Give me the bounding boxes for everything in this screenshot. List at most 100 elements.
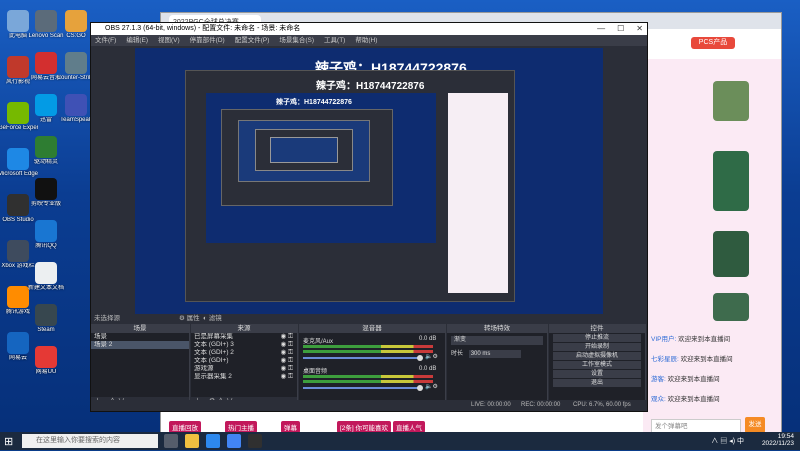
- sources-dock: 来源 已是屏幕采集 ◉ ⚿ 文本 (GDI+) 3 ◉ ⚿ 文本 (GDI+) 2 …: [191, 324, 298, 406]
- volume-slider[interactable]: [303, 355, 423, 361]
- desktop-icon[interactable]: 新建文本文档: [26, 262, 66, 292]
- filters-button[interactable]: ◐ 滤镜: [203, 312, 222, 322]
- chat-username[interactable]: 观众:: [651, 396, 668, 403]
- visibility-icon[interactable]: ◉ ⚿: [281, 333, 293, 341]
- mixer-track-db: 0.0 dB: [419, 336, 437, 342]
- volume-meter: [303, 345, 433, 348]
- desktop-icon[interactable]: Steam: [26, 304, 66, 334]
- control-button[interactable]: 工作室模式: [553, 361, 641, 369]
- app-icon: [65, 10, 87, 32]
- source-item[interactable]: 显示器采集 2 ◉ ⚿: [191, 373, 297, 381]
- visibility-icon[interactable]: ◉ ⚿: [281, 349, 293, 357]
- control-button[interactable]: 开始录制: [553, 343, 641, 351]
- rec-status: REC: 00:00:00: [521, 402, 561, 408]
- visibility-icon[interactable]: ◉ ⚿: [281, 373, 293, 381]
- source-item[interactable]: 游戏源 ◉ ⚿: [191, 365, 297, 373]
- duration-label: 时长: [451, 351, 464, 357]
- obs-menu-item[interactable]: 帮助(H): [355, 37, 377, 44]
- app-icon: [35, 52, 57, 74]
- chat-message: 观众: 欢迎来到本直播间: [651, 393, 720, 403]
- nested-preview-3: [238, 120, 370, 182]
- source-item[interactable]: 文本 (GDI+) 3 ◉ ⚿: [191, 341, 297, 349]
- visibility-icon[interactable]: ◉ ⚿: [281, 357, 293, 365]
- obs-menu-item[interactable]: 文件(F): [95, 37, 116, 44]
- mixer-track: 桌面音频 0.0 dB 🔈⚙: [303, 366, 443, 391]
- gear-icon: ⚙: [179, 315, 185, 322]
- volume-slider[interactable]: [303, 385, 423, 391]
- chat-username[interactable]: 游客:: [651, 376, 668, 383]
- minimize-icon[interactable]: —: [597, 24, 605, 33]
- control-button[interactable]: 设置: [553, 370, 641, 378]
- visibility-icon[interactable]: ◉ ⚿: [281, 365, 293, 373]
- activity-banner-image[interactable]: [713, 151, 749, 211]
- chat-input[interactable]: 发个弹幕吧: [651, 419, 741, 433]
- desktop-icon[interactable]: 网易UU: [26, 346, 66, 376]
- duration-input[interactable]: 300 ms: [468, 350, 521, 358]
- obs-menu-item[interactable]: 配置文件(P): [235, 37, 270, 44]
- obs-preview-canvas[interactable]: 辣子鸡：H18744722876 辣子鸡：H18744722876 辣子鸡：H1…: [135, 48, 603, 314]
- source-item[interactable]: 文本 (GDI+) 2 ◉ ⚿: [191, 349, 297, 357]
- send-button[interactable]: 发送: [745, 417, 765, 433]
- control-button[interactable]: 停止推流: [553, 334, 641, 342]
- volume-icon[interactable]: ◂): [729, 438, 735, 445]
- taskbar-app-icon[interactable]: [248, 434, 262, 448]
- network-icon[interactable]: ▤: [720, 438, 727, 445]
- windows-start-icon[interactable]: ⊞: [4, 435, 13, 448]
- reward-banner-image[interactable]: [713, 231, 749, 277]
- controls-header: 控件: [549, 324, 645, 333]
- mute-icon[interactable]: 🔈⚙: [425, 383, 438, 390]
- chat-username[interactable]: VIP用户:: [651, 336, 678, 343]
- app-icon: [65, 94, 87, 116]
- source-item[interactable]: 已是屏幕采集 ◉ ⚿: [191, 333, 297, 341]
- chat-text: 欢迎来到本直播间: [667, 376, 720, 383]
- source-name: 文本 (GDI+) 3: [194, 341, 234, 348]
- properties-button[interactable]: ⚙ 属性: [179, 312, 200, 322]
- ime-language-indicator[interactable]: 中: [737, 438, 744, 445]
- controls-buttons: 停止推流 开始录制 启动虚拟摄像机 工作室模式 设置 退出: [549, 334, 645, 387]
- taskbar-clock[interactable]: 19:54 2022/11/23: [762, 433, 794, 447]
- mute-icon[interactable]: 🔈⚙: [425, 353, 438, 360]
- nested-watermark-1: 辣子鸡：H18744722876: [316, 81, 425, 92]
- taskbar-search-input[interactable]: 在这里输入你要搜索的内容: [22, 434, 158, 448]
- live-status: LIVE: 00:00:00: [471, 402, 511, 408]
- scene-item[interactable]: 场景 2: [91, 341, 189, 349]
- obs-menu-item[interactable]: 视图(V): [158, 37, 180, 44]
- taskbar: ⊞ 在这里输入你要搜索的内容 ∧ ▤ ◂) 中 19:54 2022/11/23: [0, 432, 800, 450]
- volume-meter: [303, 375, 433, 378]
- desktop-icon[interactable]: 腾讯QQ: [26, 220, 66, 250]
- app-icon: [35, 178, 57, 200]
- nested-preview-4: [255, 129, 353, 171]
- event-banner-image[interactable]: [713, 293, 749, 321]
- desktop-icon-label: Microsoft Edge: [0, 171, 38, 177]
- transition-type-select[interactable]: 渐变: [451, 336, 543, 345]
- obs-menu-item[interactable]: 场景集合(S): [279, 37, 314, 44]
- visibility-icon[interactable]: ◉ ⚿: [281, 341, 293, 349]
- chevron-up-icon[interactable]: ∧: [711, 438, 718, 445]
- volume-meter: [303, 350, 433, 353]
- maximize-icon[interactable]: ☐: [617, 24, 624, 33]
- volume-slider-handle[interactable]: [417, 355, 423, 361]
- app-icon: [35, 346, 57, 368]
- desktop-icon-label: 剪映专业版: [30, 201, 61, 207]
- close-icon[interactable]: ✕: [636, 24, 643, 33]
- obs-menu-item[interactable]: 编辑(E): [126, 37, 148, 44]
- taskbar-app-icon[interactable]: [206, 434, 220, 448]
- scene-item[interactable]: 场景: [91, 333, 189, 341]
- desktop-icon[interactable]: 剪映专业版: [26, 178, 66, 208]
- volume-slider-handle[interactable]: [417, 385, 423, 391]
- chat-username[interactable]: 七彩星辰:: [651, 356, 681, 363]
- taskbar-app-icon[interactable]: [185, 434, 199, 448]
- source-name: 文本 (GDI+) 2: [194, 349, 234, 356]
- control-button[interactable]: 退出: [553, 379, 641, 387]
- taskbar-app-icon[interactable]: [227, 434, 241, 448]
- obs-menu-item[interactable]: 工具(T): [324, 37, 345, 44]
- nested-preview-1: 辣子鸡：H18744722876 辣子鸡：H18744722876: [185, 70, 515, 302]
- gift-banner-image[interactable]: [713, 81, 749, 121]
- desktop-icon[interactable]: 驱动精灵: [26, 136, 66, 166]
- control-button[interactable]: 启动虚拟摄像机: [553, 352, 641, 360]
- taskbar-app-icon[interactable]: [164, 434, 178, 448]
- obs-menu-item[interactable]: 停靠部件(D): [190, 37, 225, 44]
- source-item[interactable]: 文本 (GDI+) ◉ ⚿: [191, 357, 297, 365]
- obs-menu-bar: 文件(F) 编辑(E) 视图(V) 停靠部件(D) 配置文件(P) 场景集合(S) 工具(T…: [91, 35, 647, 46]
- pcs-button[interactable]: PCS产品: [691, 37, 735, 49]
